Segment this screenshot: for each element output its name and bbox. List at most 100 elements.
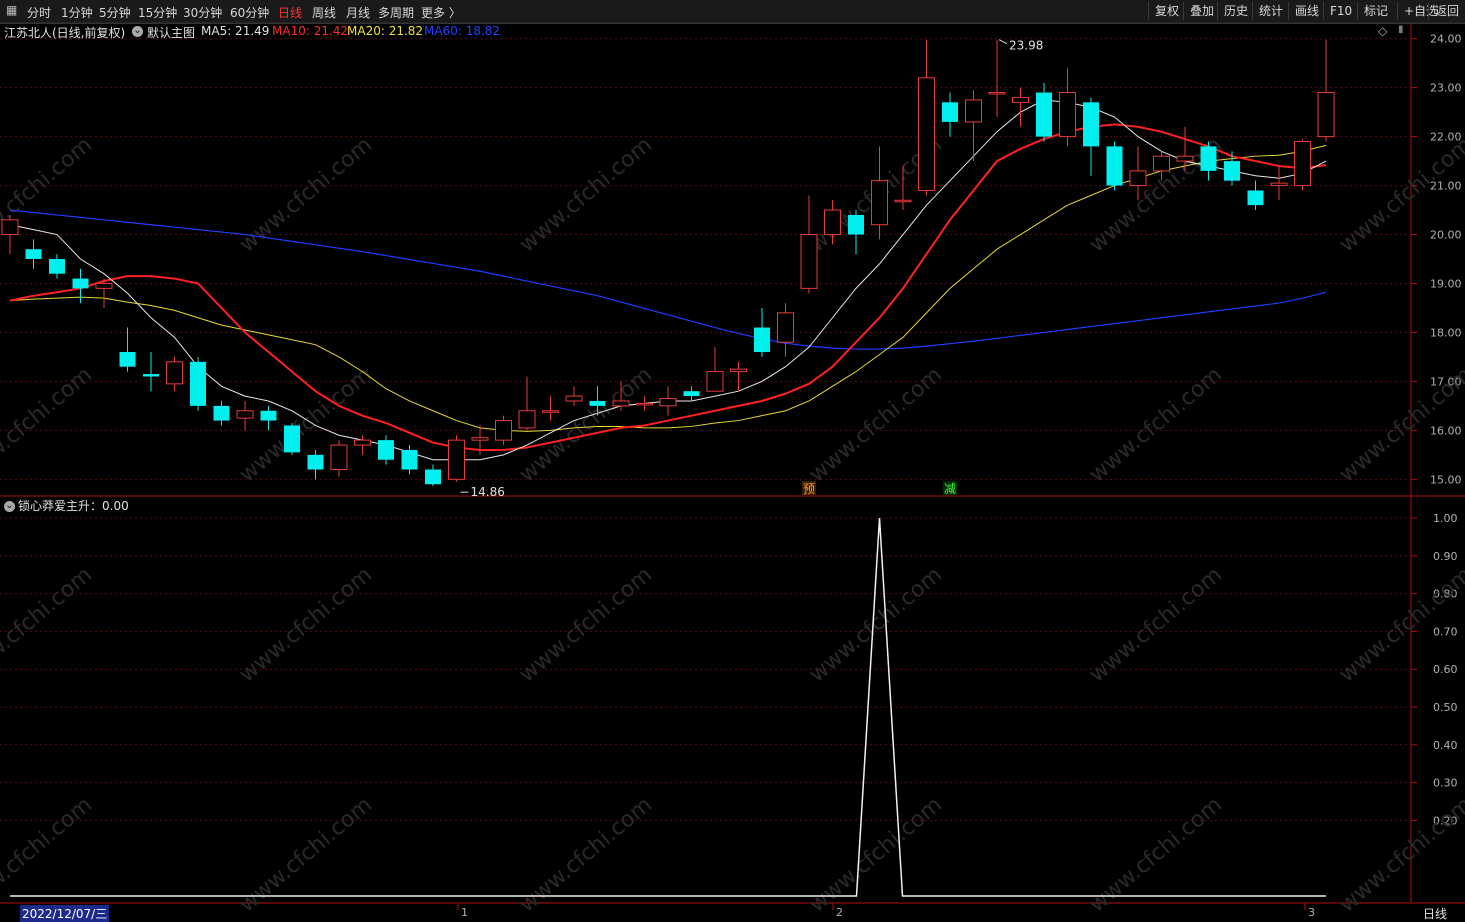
diamond-icon[interactable]: ◇ [1378, 24, 1387, 38]
candle-body-up [1153, 155, 1170, 172]
candle-body-up [894, 199, 912, 203]
y-tick-label: 18.00 [1430, 326, 1462, 339]
y-tick-label: 23.00 [1430, 82, 1462, 95]
candle-body-down [1247, 190, 1264, 206]
watermark-text: www.cfchi.com [0, 362, 97, 487]
sub-y-tick-label: 0.70 [1433, 625, 1458, 638]
sub-y-tick-label: 0.60 [1433, 663, 1458, 676]
candle-body-up [565, 395, 583, 402]
ma-legend-2: MA20: 21.82 [347, 24, 424, 38]
sub-indicator-line [10, 517, 1326, 897]
watermark-text: www.cfchi.com [1335, 792, 1465, 917]
candle-body-up [730, 368, 747, 373]
candle-body-down [754, 327, 770, 353]
ma-legend-3: MA60: 18.82 [424, 24, 501, 38]
period-button[interactable]: 日线 [1423, 905, 1447, 922]
candle-body-down [49, 259, 65, 274]
candle-body-down [1036, 92, 1052, 137]
watermark-text: www.cfchi.com [805, 792, 947, 917]
candle-body-down [307, 454, 324, 470]
watermark-text: www.cfchi.com [1085, 792, 1227, 917]
candle-body-up [448, 439, 465, 480]
watermark-text: www.cfchi.com [235, 792, 377, 917]
sub-y-tick-label: 0.50 [1433, 701, 1458, 714]
indicator-label: 锁心莽爱主升：0.00 [18, 499, 129, 513]
y-tick-label: 24.00 [1430, 33, 1462, 46]
y-tick-label: 20.00 [1430, 229, 1462, 242]
candle-body-up [1294, 141, 1311, 187]
candle-body-up [1129, 170, 1147, 187]
watermark-text: www.cfchi.com [0, 132, 97, 257]
y-tick-label: 16.00 [1430, 424, 1462, 437]
candle-body-down [190, 361, 206, 406]
month-label: 3 [1308, 906, 1315, 919]
signal-yu: 预 [803, 482, 815, 496]
sub-y-tick-label: 0.90 [1433, 550, 1458, 563]
high-arrow [998, 39, 1008, 45]
month-label: 2 [836, 906, 843, 919]
candle-body-down [425, 469, 441, 485]
watermark-text: www.cfchi.com [515, 792, 657, 917]
candle-body-up [1270, 182, 1288, 187]
candle-body-down [1224, 161, 1240, 181]
candle-body-up [706, 371, 724, 392]
candle-body-up [1059, 92, 1076, 138]
watermark-text: www.cfchi.com [515, 132, 657, 257]
candle-body-down [683, 391, 700, 397]
candle-body-down [284, 425, 300, 453]
ma-legend-1: MA10: 21.42 [272, 24, 349, 38]
candle-body-down [213, 405, 230, 421]
candle-body-down [25, 249, 42, 259]
candle-body-up [636, 402, 653, 406]
high-price-label: 23.98 [1009, 39, 1043, 53]
candle-body-up [166, 361, 183, 385]
candle-body-down [401, 449, 418, 470]
candle-body-up [800, 234, 818, 289]
cursor-date: 2022/12/07/三 [20, 905, 110, 922]
month-label: 1 [461, 906, 468, 919]
candle-body-up [518, 410, 536, 429]
scroll-handle-icon[interactable]: ▮ [1398, 24, 1404, 35]
candle-body-up [330, 444, 348, 471]
candle-body-up [1012, 96, 1029, 103]
candle-body-down [848, 214, 864, 235]
sub-y-tick-label: 0.40 [1433, 739, 1458, 752]
watermark-text: www.cfchi.com [0, 562, 97, 687]
candle-body-up [1317, 92, 1335, 138]
candle-body-up [918, 77, 935, 191]
stock-chart[interactable]: 24.0023.0022.0021.0020.0019.0018.0017.00… [0, 0, 1465, 921]
candle-body-up [495, 420, 512, 441]
candle-body-down [378, 440, 394, 460]
sub-y-tick-label: 0.30 [1433, 777, 1458, 790]
candle-body-up [965, 99, 982, 123]
sub-menu-icon[interactable]: ⌄ [4, 501, 15, 512]
candle-body-up [1, 219, 19, 236]
candle-body-up [824, 209, 841, 236]
candle-body-up [354, 439, 371, 446]
candle-body-up [871, 180, 888, 226]
watermark-text: www.cfchi.com [0, 792, 97, 917]
ma-legend-0: MA5: 21.49 [201, 24, 270, 38]
sub-y-tick-label: 1.00 [1433, 512, 1458, 525]
signal-jian: 减 [944, 482, 956, 496]
watermark-text: www.cfchi.com [235, 132, 377, 257]
candle-body-up [659, 398, 677, 407]
candle-body-down [1200, 146, 1217, 171]
candle-body-up [542, 410, 559, 413]
candle-body-up [777, 312, 794, 343]
low-price-label: 14.86 [471, 485, 505, 499]
template-menu-icon[interactable]: ⌄ [132, 26, 143, 37]
candle-body-down [589, 400, 606, 406]
candle-body-up [236, 410, 254, 419]
template-name[interactable]: 默认主图 [147, 24, 195, 41]
candle-body-down [942, 102, 958, 122]
candle-body-down [1106, 146, 1123, 186]
candle-body-up [612, 400, 630, 407]
candle-body-up [988, 92, 1006, 95]
candle-body-up [471, 437, 489, 441]
candle-body-up [1176, 155, 1194, 162]
candle-body-down [119, 352, 136, 367]
candle-body-down [143, 374, 159, 377]
candle-body-down [260, 410, 277, 421]
stock-title: 江苏北人(日线,前复权) [4, 26, 126, 40]
